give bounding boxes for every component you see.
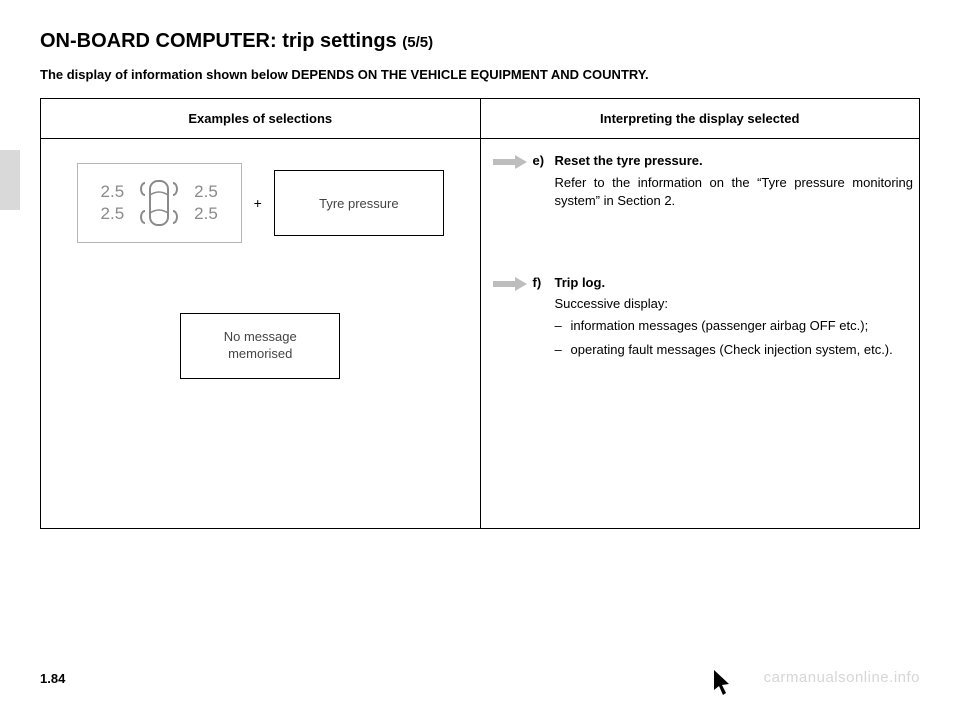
- no-message-box: No message memorised: [180, 313, 340, 379]
- entry-f-body: f) Trip log. Successive display: informa…: [533, 275, 920, 364]
- list-item: information messages (passenger airbag O…: [555, 317, 914, 335]
- col-header-examples: Examples of selections: [41, 99, 481, 139]
- tyre-pressure-display: 2.5 2.5 2.5 2.5: [77, 163, 242, 243]
- tyre-pressure-row: 2.5 2.5 2.5 2.5: [41, 163, 480, 243]
- entry-f-title: Trip log.: [555, 275, 606, 290]
- entry-e-key: e): [533, 153, 549, 168]
- plus-sign: +: [254, 195, 262, 211]
- no-message-line2: memorised: [224, 346, 297, 363]
- entry-e-para: Refer to the information on the “Tyre pr…: [555, 174, 914, 209]
- tyre-rr: 2.5: [194, 203, 218, 225]
- arrow-right-icon: [493, 155, 527, 169]
- page-title: ON-BOARD COMPUTER: trip settings (5/5): [40, 30, 920, 53]
- arrow-right-icon: [493, 277, 527, 291]
- cursor-icon: [714, 670, 732, 696]
- list-item: operating fault messages (Check injectio…: [555, 341, 914, 359]
- col-header-interpreting: Interpreting the display selected: [480, 99, 920, 139]
- tyre-rl: 2.5: [101, 203, 125, 225]
- arrow-col: [481, 153, 527, 215]
- title-sub: (5/5): [402, 34, 433, 51]
- entry-e-title: Reset the tyre pressure.: [555, 153, 703, 168]
- entry-f-list: information messages (passenger airbag O…: [555, 317, 914, 358]
- arrow-col: [481, 275, 527, 364]
- equipment-note: The display of information shown below D…: [40, 67, 920, 82]
- title-main: ON-BOARD COMPUTER: trip settings: [40, 30, 397, 52]
- entry-e-body: e) Reset the tyre pressure. Refer to the…: [533, 153, 920, 215]
- settings-table: Examples of selections Interpreting the …: [40, 98, 920, 529]
- page-number: 1.84: [40, 671, 65, 686]
- tyre-values-right: 2.5 2.5: [194, 181, 218, 225]
- car-top-icon: [132, 173, 186, 233]
- entry-f-key: f): [533, 275, 549, 290]
- entry-e: e) Reset the tyre pressure. Refer to the…: [481, 153, 920, 215]
- tyre-fr: 2.5: [194, 181, 218, 203]
- tyre-pressure-label: Tyre pressure: [319, 196, 398, 211]
- examples-cell: 2.5 2.5 2.5 2.5: [41, 139, 481, 529]
- entry-f: f) Trip log. Successive display: informa…: [481, 275, 920, 364]
- entry-f-sub: Successive display:: [555, 296, 914, 311]
- tyre-pressure-label-box: Tyre pressure: [274, 170, 444, 236]
- interpreting-cell: e) Reset the tyre pressure. Refer to the…: [480, 139, 920, 529]
- tyre-values-left: 2.5 2.5: [101, 181, 125, 225]
- section-tab: [0, 150, 20, 210]
- tyre-fl: 2.5: [101, 181, 125, 203]
- no-message-line1: No message: [224, 329, 297, 346]
- watermark: carmanualsonline.info: [764, 669, 920, 686]
